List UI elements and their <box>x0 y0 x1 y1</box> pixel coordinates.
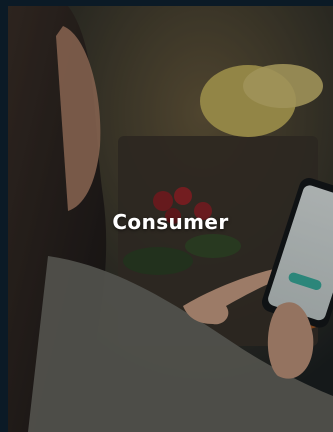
tile-title: Consumer <box>112 210 229 234</box>
consumer-tile[interactable]: Consumer <box>8 6 333 432</box>
page-background: Consumer <box>0 0 333 432</box>
